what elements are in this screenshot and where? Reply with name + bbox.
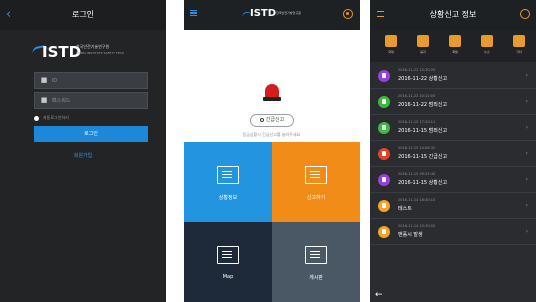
password-field[interactable]: ■: [34, 92, 148, 109]
category-fire[interactable]: 화재: [379, 34, 403, 58]
status-header: 상황신고 정보: [370, 0, 536, 30]
chevron-right-icon: ›: [525, 72, 528, 79]
category-label: 누출: [484, 50, 490, 54]
tile-label: 신고하기: [306, 195, 326, 201]
message-icon: [305, 166, 327, 184]
item-time: 2016-11-22 10:30:20: [398, 68, 436, 72]
chevron-right-icon: ›: [525, 98, 528, 105]
tile-status-info[interactable]: 상황정보: [184, 142, 272, 222]
category-label: 기타: [516, 50, 522, 54]
category-explosion[interactable]: 폭발: [443, 34, 467, 58]
item-time: 2016-11-15 09:25:40: [398, 172, 436, 176]
settings-icon[interactable]: [343, 9, 353, 19]
list-item[interactable]: 2016-11-22 10:30:20 2016-11-22 상황신고 ›: [370, 64, 536, 89]
emergency-button-label: 긴급신고: [265, 117, 285, 123]
login-button[interactable]: 로그인: [34, 126, 148, 142]
tile-report[interactable]: 신고하기: [272, 142, 360, 222]
main-header: ISTD 한국안전기술연구원: [184, 0, 360, 30]
istd-logo: ISTD 한국안전기술연구원: [241, 8, 302, 22]
page-title: 상황신고 정보: [429, 10, 477, 19]
item-time: 2016-11-14 18:40:15: [398, 198, 436, 202]
board-icon: [305, 246, 327, 264]
list-item[interactable]: 2016-11-15 09:25:40 2016-11-15 상황신고 ›: [370, 168, 536, 193]
item-title: 2016-11-15 상황신고: [398, 180, 448, 186]
monitor-icon: [217, 166, 239, 184]
menu-icon[interactable]: [190, 10, 197, 16]
item-title: 테스트: [398, 206, 412, 212]
fire-icon: [385, 35, 397, 47]
category-strip: 화재 붕괴 폭발 누출 기타: [370, 30, 536, 62]
auto-login-radio[interactable]: [34, 116, 39, 121]
map-icon: [217, 246, 239, 264]
logo-text: ISTD: [250, 8, 277, 19]
list-item[interactable]: 2016-11-15 14:06:32 2016-11-15 긴급신고 ›: [370, 142, 536, 167]
item-time: 2016-11-14 15:30:02: [398, 224, 436, 228]
category-label: 붕괴: [420, 50, 426, 54]
chevron-right-icon: ›: [525, 176, 528, 183]
logo-subtitle: 한국안전기술연구원: [76, 44, 110, 49]
list-item[interactable]: 2016-11-15 17:20:11 2016-11-15 범죄신고 ›: [370, 116, 536, 141]
item-title: 2016-11-22 상황신고: [398, 76, 448, 82]
etc-icon: [513, 35, 525, 47]
status-dot-icon: [378, 200, 390, 212]
category-leak[interactable]: 누출: [475, 34, 499, 58]
item-title: 2016-11-15 긴급신고: [398, 154, 448, 160]
tile-board[interactable]: 게시판: [272, 222, 360, 302]
id-input[interactable]: [52, 73, 146, 88]
list-item[interactable]: 2016-11-14 15:30:02 맨홀시 발생 ›: [370, 220, 536, 245]
status-dot-icon: [378, 148, 390, 160]
user-icon: ■: [40, 76, 48, 84]
chevron-right-icon: ›: [525, 202, 528, 209]
item-title: 2016-11-15 범죄신고: [398, 128, 448, 134]
login-screen: ‹ 로그인 ISTD 한국안전기술연구원 KOREA INSTITUTE SAF…: [0, 0, 166, 302]
category-label: 화재: [388, 50, 394, 54]
category-etc[interactable]: 기타: [507, 34, 531, 58]
password-input[interactable]: [52, 93, 146, 108]
status-dot-icon: [378, 96, 390, 108]
category-label: 폭발: [452, 50, 458, 54]
siren-icon: [263, 84, 281, 102]
auto-login-label: 자동로그인하기: [43, 115, 69, 120]
leak-icon: [481, 35, 493, 47]
tile-label: 상황정보: [218, 195, 238, 201]
collapse-icon: [417, 35, 429, 47]
istd-logo: ISTD 한국안전기술연구원 KOREA INSTITUTE SAFETY TE…: [31, 38, 142, 66]
list-item[interactable]: 2016-11-14 18:40:15 테스트 ›: [370, 194, 536, 219]
tile-map[interactable]: Map: [184, 222, 272, 302]
status-dot-icon: [378, 174, 390, 186]
item-title: 맨홀시 발생: [398, 232, 423, 238]
tile-label: 게시판: [309, 275, 323, 281]
logo-subtitle-en: KOREA INSTITUTE SAFETY TECH: [76, 51, 124, 55]
item-time: 2016-11-15 17:20:11: [398, 120, 436, 124]
item-time: 2016-11-22 10:12:05: [398, 94, 436, 98]
back-arrow-icon[interactable]: ←: [375, 290, 383, 300]
item-title: 2016-11-22 범죄신고: [398, 102, 448, 108]
tile-label: Map: [222, 274, 234, 280]
explosion-icon: [449, 35, 461, 47]
status-list-screen: 상황신고 정보 화재 붕괴 폭발 누출 기타 2016-11-22 10:30:…: [370, 0, 536, 302]
logo-subtitle: 한국안전기술연구원: [276, 11, 301, 15]
category-collapse[interactable]: 붕괴: [411, 34, 435, 58]
status-dot-icon: [378, 122, 390, 134]
item-time: 2016-11-15 14:06:32: [398, 146, 436, 150]
chevron-right-icon: ›: [525, 124, 528, 131]
main-screen: ISTD 한국안전기술연구원 긴급신고 응급상황시 긴급신고를 눌러주세요. 상…: [184, 0, 360, 302]
auto-login-option[interactable]: 자동로그인하기: [34, 114, 148, 124]
id-field[interactable]: ■: [34, 72, 148, 89]
join-link[interactable]: 회원가입: [0, 152, 166, 159]
emergency-report-button[interactable]: 긴급신고: [250, 114, 294, 127]
list-item[interactable]: 2016-11-22 10:12:05 2016-11-22 범죄신고 ›: [370, 90, 536, 115]
status-dot-icon: [378, 226, 390, 238]
emergency-description: 응급상황시 긴급신고를 눌러주세요.: [242, 132, 302, 137]
login-header: ‹ 로그인: [0, 0, 166, 30]
page-title: 로그인: [71, 10, 95, 19]
lock-icon: ■: [40, 96, 48, 104]
chevron-right-icon: ›: [525, 150, 528, 157]
search-icon: [259, 117, 264, 122]
chevron-right-icon: ›: [525, 228, 528, 235]
settings-icon[interactable]: [520, 9, 530, 19]
status-dot-icon: [378, 70, 390, 82]
